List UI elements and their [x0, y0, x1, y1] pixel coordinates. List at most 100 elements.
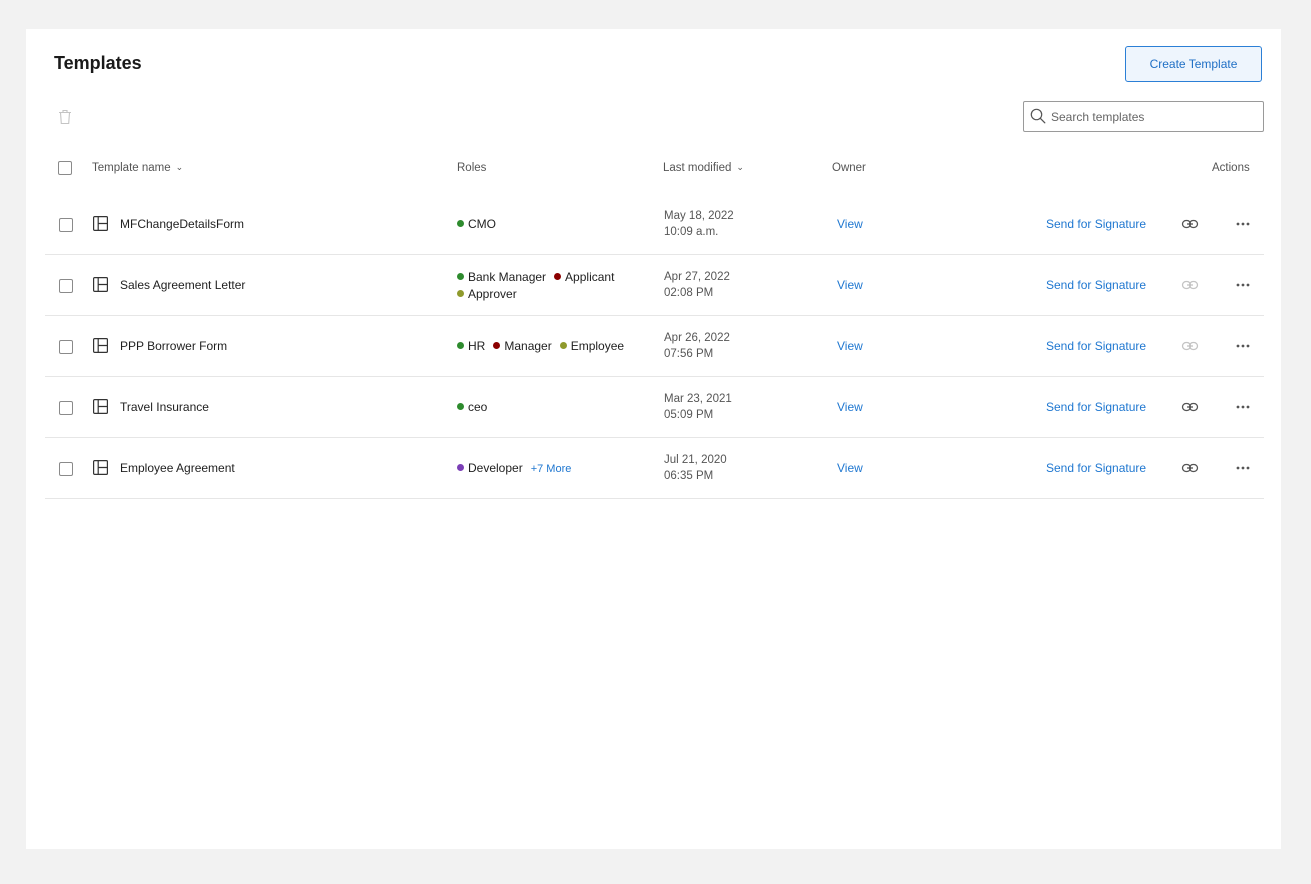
column-header-actions: Actions	[1212, 162, 1250, 174]
role-tag: Bank Manager	[457, 269, 546, 286]
link-icon[interactable]	[1181, 215, 1199, 233]
role-label: HR	[468, 339, 486, 353]
modified-time: 02:08 PM	[664, 287, 714, 299]
role-color-dot	[457, 464, 464, 471]
more-horizontal-icon[interactable]	[1234, 276, 1252, 294]
create-template-button[interactable]: Create Template	[1125, 46, 1262, 82]
modified-date: Apr 27, 2022	[664, 271, 730, 283]
role-label: Bank Manager	[468, 270, 547, 284]
role-label: ceo	[468, 400, 488, 414]
link-icon	[1181, 341, 1199, 351]
role-tag: Employee	[559, 338, 625, 355]
template-name[interactable]: Employee Agreement	[120, 461, 235, 475]
modified-time: 10:09 a.m.	[664, 226, 719, 238]
role-tag: HR	[457, 338, 485, 355]
roles-list: ceo	[457, 399, 647, 416]
search-input[interactable]	[1051, 102, 1256, 131]
role-color-dot	[457, 403, 464, 410]
chevron-down-icon: ⌄	[736, 162, 744, 172]
table-row[interactable]: Employee Agreement Developer +7 More Jul …	[45, 438, 1264, 499]
row-checkbox[interactable]	[59, 340, 73, 354]
role-label: Developer	[468, 461, 523, 475]
send-for-signature-link[interactable]: Send for Signature	[1046, 461, 1146, 475]
column-label: Last modified	[663, 162, 732, 174]
templates-panel: Templates Create Template Template name ⌄…	[26, 29, 1281, 849]
send-for-signature-link[interactable]: Send for Signature	[1046, 400, 1146, 414]
more-horizontal-icon[interactable]	[1234, 337, 1252, 355]
modified-date: Apr 26, 2022	[664, 332, 730, 344]
link-icon	[1181, 280, 1199, 290]
trash-icon[interactable]	[58, 109, 72, 125]
column-header-template-name[interactable]: Template name ⌄	[92, 162, 183, 174]
role-color-dot	[457, 273, 464, 280]
template-layout-icon	[93, 338, 108, 353]
role-color-dot	[457, 220, 464, 227]
role-label: CMO	[468, 217, 496, 231]
search-icon	[1030, 108, 1046, 124]
more-horizontal-icon[interactable]	[1234, 215, 1252, 233]
template-layout-icon	[93, 460, 108, 475]
roles-list: HR Manager Employee	[457, 338, 647, 355]
modified-time: 05:09 PM	[664, 409, 714, 421]
template-name[interactable]: PPP Borrower Form	[120, 339, 227, 353]
roles-list: Developer +7 More	[457, 460, 647, 478]
modified-date: Mar 23, 2021	[664, 393, 732, 405]
row-checkbox[interactable]	[59, 218, 73, 232]
template-name[interactable]: Travel Insurance	[120, 400, 209, 414]
role-color-dot	[554, 273, 562, 280]
owner-view-link[interactable]: View	[837, 461, 863, 475]
role-tag: Developer	[457, 460, 523, 477]
role-color-dot	[457, 342, 464, 349]
template-name[interactable]: MFChangeDetailsForm	[120, 217, 244, 231]
role-label: Manager	[504, 339, 552, 353]
column-header-last-modified[interactable]: Last modified ⌄	[663, 162, 744, 174]
owner-view-link[interactable]: View	[837, 400, 863, 414]
role-tag: Approver	[457, 286, 517, 303]
column-header-roles: Roles	[457, 162, 487, 174]
modified-time: 06:35 PM	[664, 470, 714, 482]
role-tag: CMO	[457, 216, 496, 233]
role-tag: Manager	[493, 338, 552, 355]
role-label: Approver	[468, 287, 517, 301]
role-label: Applicant	[565, 270, 615, 284]
modified-date: Jul 21, 2020	[664, 454, 727, 466]
row-checkbox[interactable]	[59, 401, 73, 415]
template-layout-icon	[93, 216, 108, 231]
last-modified: May 18, 2022 10:09 a.m.	[664, 208, 734, 240]
owner-view-link[interactable]: View	[837, 339, 863, 353]
last-modified: Apr 27, 2022 02:08 PM	[664, 269, 730, 301]
more-horizontal-icon[interactable]	[1234, 459, 1252, 477]
template-name[interactable]: Sales Agreement Letter	[120, 278, 245, 292]
table-row[interactable]: Sales Agreement Letter Bank Manager Appli…	[45, 255, 1264, 316]
modified-time: 07:56 PM	[664, 348, 714, 360]
link-icon[interactable]	[1181, 459, 1199, 477]
send-for-signature-link[interactable]: Send for Signature	[1046, 217, 1146, 231]
role-tag: Applicant	[554, 269, 614, 286]
select-all-checkbox[interactable]	[58, 161, 72, 175]
role-color-dot	[559, 342, 567, 349]
column-label: Template name	[92, 162, 171, 174]
row-checkbox[interactable]	[59, 462, 73, 476]
owner-view-link[interactable]: View	[837, 278, 863, 292]
table-row[interactable]: Travel Insurance ceo Mar 23, 2021 05:09 …	[45, 377, 1264, 438]
template-layout-icon	[93, 277, 108, 292]
table-row[interactable]: PPP Borrower Form HR Manager Employee Apr …	[45, 316, 1264, 377]
send-for-signature-link[interactable]: Send for Signature	[1046, 278, 1146, 292]
role-color-dot	[457, 290, 464, 297]
link-icon[interactable]	[1181, 398, 1199, 416]
last-modified: Mar 23, 2021 05:09 PM	[664, 391, 732, 423]
more-roles-link[interactable]: +7 More	[531, 463, 572, 475]
owner-view-link[interactable]: View	[837, 217, 863, 231]
roles-list: CMO	[457, 216, 647, 233]
column-header-owner: Owner	[832, 162, 866, 174]
role-color-dot	[493, 342, 501, 349]
modified-date: May 18, 2022	[664, 210, 734, 222]
page-title: Templates	[54, 53, 142, 73]
send-for-signature-link[interactable]: Send for Signature	[1046, 339, 1146, 353]
chevron-down-icon: ⌄	[175, 162, 184, 172]
more-horizontal-icon[interactable]	[1234, 398, 1252, 416]
last-modified: Apr 26, 2022 07:56 PM	[664, 330, 730, 362]
table-row[interactable]: MFChangeDetailsForm CMO May 18, 2022 10:…	[45, 194, 1264, 255]
role-label: Employee	[570, 339, 625, 353]
row-checkbox[interactable]	[59, 279, 73, 293]
